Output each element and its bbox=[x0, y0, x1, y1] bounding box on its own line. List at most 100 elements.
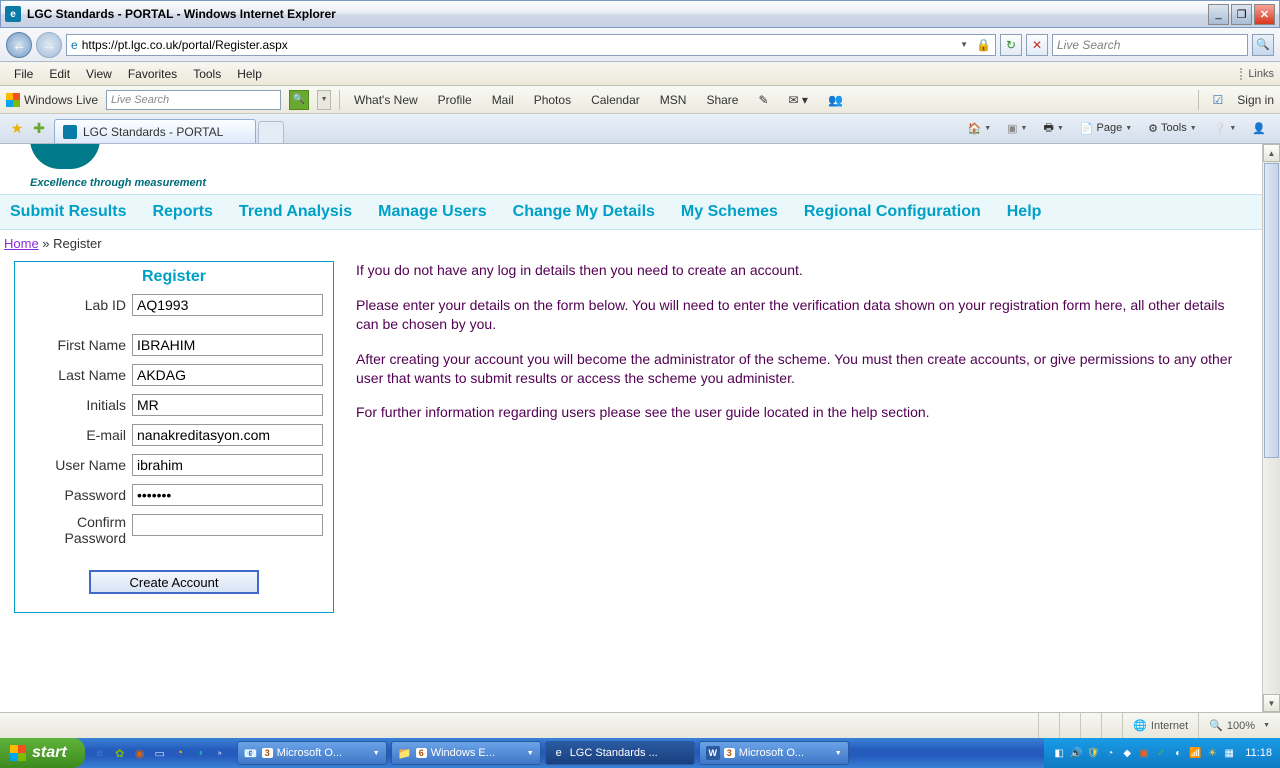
nav-manage-users[interactable]: Manage Users bbox=[378, 203, 487, 221]
tray-icon[interactable]: ◔ bbox=[1103, 746, 1117, 760]
ql-msn-icon[interactable]: ✿ bbox=[111, 744, 129, 762]
live-search-dropdown[interactable]: ▼ bbox=[317, 90, 331, 110]
forward-button[interactable]: → bbox=[36, 32, 62, 58]
live-calendar[interactable]: Calendar bbox=[585, 93, 646, 107]
browser-search-button[interactable]: 🔍 bbox=[1252, 34, 1274, 56]
label-initials: Initials bbox=[25, 397, 132, 413]
url-box[interactable]: e https://pt.lgc.co.uk/portal/Register.a… bbox=[66, 34, 996, 56]
live-search-go-button[interactable]: 🔍 bbox=[289, 90, 309, 110]
live-photos[interactable]: Photos bbox=[528, 93, 577, 107]
live-check-icon[interactable]: ☑ bbox=[1207, 93, 1230, 107]
menu-tools[interactable]: Tools bbox=[185, 64, 229, 84]
live-share[interactable]: Share bbox=[700, 93, 744, 107]
vertical-scrollbar[interactable]: ▲ ▼ bbox=[1262, 144, 1280, 712]
nav-trend-analysis[interactable]: Trend Analysis bbox=[239, 203, 352, 221]
ql-ie-icon[interactable]: e bbox=[91, 744, 109, 762]
nav-change-my-details[interactable]: Change My Details bbox=[513, 203, 655, 221]
scroll-track[interactable] bbox=[1263, 459, 1280, 694]
help-menu[interactable]: ❔▼ bbox=[1207, 117, 1243, 139]
nav-help[interactable]: Help bbox=[1007, 203, 1042, 221]
scroll-down-button[interactable]: ▼ bbox=[1263, 694, 1280, 712]
input-labid[interactable] bbox=[132, 294, 323, 316]
status-zoom[interactable]: 🔍100%▼ bbox=[1198, 713, 1280, 738]
separator bbox=[339, 90, 340, 110]
live-msn[interactable]: MSN bbox=[654, 93, 693, 107]
ql-desktop-icon[interactable]: ▭ bbox=[151, 744, 169, 762]
input-email[interactable] bbox=[132, 424, 323, 446]
nav-submit-results[interactable]: Submit Results bbox=[10, 203, 126, 221]
tray-icon[interactable]: ◆ bbox=[1120, 746, 1134, 760]
create-account-button[interactable]: Create Account bbox=[89, 570, 259, 594]
close-button[interactable]: ✕ bbox=[1254, 4, 1275, 25]
menu-view[interactable]: View bbox=[78, 64, 120, 84]
input-confirm-password[interactable] bbox=[132, 514, 323, 536]
nav-reports[interactable]: Reports bbox=[152, 203, 212, 221]
input-password[interactable] bbox=[132, 484, 323, 506]
minimize-button[interactable]: _ bbox=[1208, 4, 1229, 25]
live-search-input[interactable]: Live Search bbox=[106, 90, 281, 110]
ie-icon: e bbox=[552, 746, 566, 760]
ql-overflow-icon[interactable]: » bbox=[211, 744, 229, 762]
input-username[interactable] bbox=[132, 454, 323, 476]
tray-volume-icon[interactable]: 🔊 bbox=[1069, 746, 1083, 760]
add-favorite-icon[interactable]: ✚ bbox=[30, 119, 48, 137]
feeds-button[interactable]: ▣▼ bbox=[1001, 117, 1033, 139]
url-dropdown-icon[interactable]: ▼ bbox=[956, 40, 972, 49]
task-outlook[interactable]: 📧3Microsoft O...▼ bbox=[237, 741, 387, 765]
back-button[interactable]: ← bbox=[6, 32, 32, 58]
live-extra-2-icon[interactable]: ✉ ▾ bbox=[783, 93, 814, 107]
live-signin[interactable]: Sign in bbox=[1237, 93, 1274, 107]
ql-outlook-icon[interactable]: ◔ bbox=[171, 744, 189, 762]
nav-regional-configuration[interactable]: Regional Configuration bbox=[804, 203, 981, 221]
tray-icon[interactable]: ◧ bbox=[1052, 746, 1066, 760]
task-explorer[interactable]: 📁6Windows E...▼ bbox=[391, 741, 541, 765]
new-tab-button[interactable] bbox=[258, 121, 284, 143]
breadcrumb-home[interactable]: Home bbox=[4, 236, 39, 251]
nav-my-schemes[interactable]: My Schemes bbox=[681, 203, 778, 221]
tray-icon[interactable]: ☀ bbox=[1205, 746, 1219, 760]
tab-active[interactable]: LGC Standards - PORTAL bbox=[54, 119, 256, 143]
print-button[interactable]: 🖶▼ bbox=[1037, 117, 1069, 139]
maximize-button[interactable]: ❐ bbox=[1231, 4, 1252, 25]
page-menu[interactable]: 📄Page▼ bbox=[1074, 117, 1138, 139]
ql-firefox-icon[interactable]: ◉ bbox=[131, 744, 149, 762]
task-word[interactable]: W3Microsoft O...▼ bbox=[699, 741, 849, 765]
input-last-name[interactable] bbox=[132, 364, 323, 386]
breadcrumb: Home » Register bbox=[0, 230, 1262, 257]
tray-icon[interactable]: ✓ bbox=[1154, 746, 1168, 760]
url-text: https://pt.lgc.co.uk/portal/Register.asp… bbox=[82, 38, 952, 52]
links-toolbar-label[interactable]: Links bbox=[1240, 68, 1274, 80]
tray-icon[interactable]: ◐ bbox=[1171, 746, 1185, 760]
taskbar-clock[interactable]: 11:18 bbox=[1245, 747, 1272, 759]
status-zone: 🌐Internet bbox=[1122, 713, 1198, 738]
live-extra-1-icon[interactable]: ✎ bbox=[752, 93, 774, 107]
start-button[interactable]: start bbox=[0, 738, 85, 768]
tray-shield-icon[interactable]: 🛡 bbox=[1086, 746, 1100, 760]
live-profile[interactable]: Profile bbox=[432, 93, 478, 107]
tray-icon[interactable]: ▦ bbox=[1222, 746, 1236, 760]
page-label: Page bbox=[1097, 122, 1123, 134]
ql-media-icon[interactable]: ◑ bbox=[191, 744, 209, 762]
scroll-thumb[interactable] bbox=[1264, 163, 1279, 458]
input-first-name[interactable] bbox=[132, 334, 323, 356]
favorites-star-icon[interactable]: ★ bbox=[8, 119, 26, 137]
refresh-button[interactable]: ↻ bbox=[1000, 34, 1022, 56]
menu-edit[interactable]: Edit bbox=[41, 64, 78, 84]
menu-file[interactable]: File bbox=[6, 64, 41, 84]
home-button[interactable]: 🏠▼ bbox=[962, 117, 998, 139]
menu-favorites[interactable]: Favorites bbox=[120, 64, 185, 84]
tray-network-icon[interactable]: 📶 bbox=[1188, 746, 1202, 760]
scroll-up-button[interactable]: ▲ bbox=[1263, 144, 1280, 162]
tools-menu[interactable]: ⚙Tools▼ bbox=[1142, 117, 1203, 139]
browser-search-input[interactable]: Live Search bbox=[1052, 34, 1248, 56]
input-initials[interactable] bbox=[132, 394, 323, 416]
windows-live-logo[interactable]: Windows Live bbox=[6, 93, 98, 107]
live-mail[interactable]: Mail bbox=[486, 93, 520, 107]
task-ie-active[interactable]: eLGC Standards ... bbox=[545, 741, 695, 765]
live-whats-new[interactable]: What's New bbox=[348, 93, 424, 107]
menu-help[interactable]: Help bbox=[229, 64, 270, 84]
messenger-button[interactable]: 👤 bbox=[1246, 117, 1272, 139]
live-extra-3-icon[interactable]: 👥 bbox=[822, 93, 849, 107]
tray-icon[interactable]: ▣ bbox=[1137, 746, 1151, 760]
stop-button[interactable]: ✕ bbox=[1026, 34, 1048, 56]
